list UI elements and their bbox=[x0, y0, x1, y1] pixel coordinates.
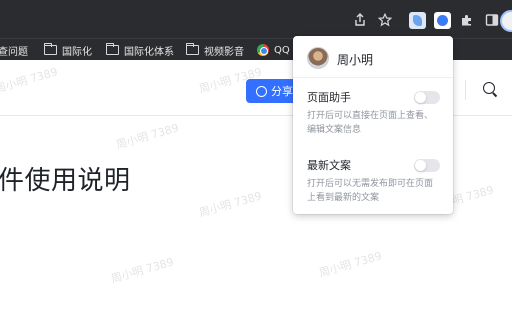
user-name: 周小明 bbox=[337, 53, 374, 67]
watermark: 周小明 7389 bbox=[197, 189, 264, 220]
option-title-latest-copy: 最新文案 bbox=[307, 159, 351, 172]
browser-toolbar bbox=[0, 0, 512, 38]
qq-browser-icon bbox=[257, 44, 269, 56]
extensions-puzzle-icon[interactable] bbox=[459, 12, 475, 28]
bookmark-item[interactable]: 查问题 bbox=[0, 43, 28, 58]
bookmark-item[interactable]: QQ bbox=[257, 43, 290, 57]
latest-copy-toggle[interactable] bbox=[414, 159, 440, 172]
bookmark-star-icon[interactable] bbox=[377, 12, 393, 28]
toggle-knob bbox=[415, 92, 426, 103]
page-title: 件使用说明 bbox=[0, 166, 131, 196]
side-panel-icon[interactable] bbox=[484, 12, 500, 28]
avatar bbox=[307, 47, 329, 69]
extension-popup: 周小明 页面助手 打开后可以直接在页面上查看、 编辑文案信息 最新文案 打开后可… bbox=[293, 36, 453, 214]
option-title-page-assistant: 页面助手 bbox=[307, 91, 351, 104]
profile-avatar-icon[interactable] bbox=[500, 10, 512, 32]
watermark: 周小明 7389 bbox=[317, 249, 384, 280]
option-desc-line: 编辑文案信息 bbox=[307, 125, 362, 135]
bookmark-label: 国际化体系 bbox=[124, 46, 174, 58]
option-desc-line: 上看到最新的文案 bbox=[307, 193, 380, 203]
share-button-label: 分享 bbox=[271, 85, 293, 98]
bookmark-label: 查问题 bbox=[0, 46, 28, 58]
extension-active-icon[interactable] bbox=[434, 12, 451, 29]
extension-doc-icon[interactable] bbox=[409, 12, 426, 29]
bookmark-label: 国际化 bbox=[62, 46, 92, 58]
search-icon[interactable] bbox=[483, 82, 495, 94]
folder-icon bbox=[185, 42, 199, 55]
option-desc-line: 打开后可以无需发布即可在页面 bbox=[307, 179, 434, 189]
bookmark-item[interactable]: 国际化体系 bbox=[105, 42, 174, 58]
header-divider bbox=[465, 80, 466, 100]
folder-icon bbox=[43, 42, 57, 55]
bookmark-item[interactable]: 国际化 bbox=[43, 42, 92, 58]
browser-window: 查问题 国际化 国际化体系 视频影音 QQ 分享 件使用说明 周小明 7389 … bbox=[0, 0, 512, 320]
add-user-icon bbox=[256, 85, 267, 97]
watermark: 周小明 7389 bbox=[109, 255, 176, 286]
popup-header: 周小明 bbox=[293, 36, 453, 78]
bookmark-label: QQ bbox=[274, 44, 290, 56]
share-page-icon[interactable] bbox=[352, 12, 368, 28]
option-desc-latest-copy: 打开后可以无需发布即可在页面 上看到最新的文案 bbox=[307, 177, 447, 205]
toggle-knob bbox=[415, 160, 426, 171]
watermark: 周小明 7389 bbox=[114, 121, 181, 152]
option-desc-page-assistant: 打开后可以直接在页面上查看、 编辑文案信息 bbox=[307, 109, 447, 137]
bookmark-item[interactable]: 视频影音 bbox=[185, 42, 244, 58]
folder-icon bbox=[105, 42, 119, 55]
bookmark-label: 视频影音 bbox=[204, 46, 244, 58]
page-assistant-toggle[interactable] bbox=[414, 91, 440, 104]
option-desc-line: 打开后可以直接在页面上查看、 bbox=[307, 111, 434, 121]
